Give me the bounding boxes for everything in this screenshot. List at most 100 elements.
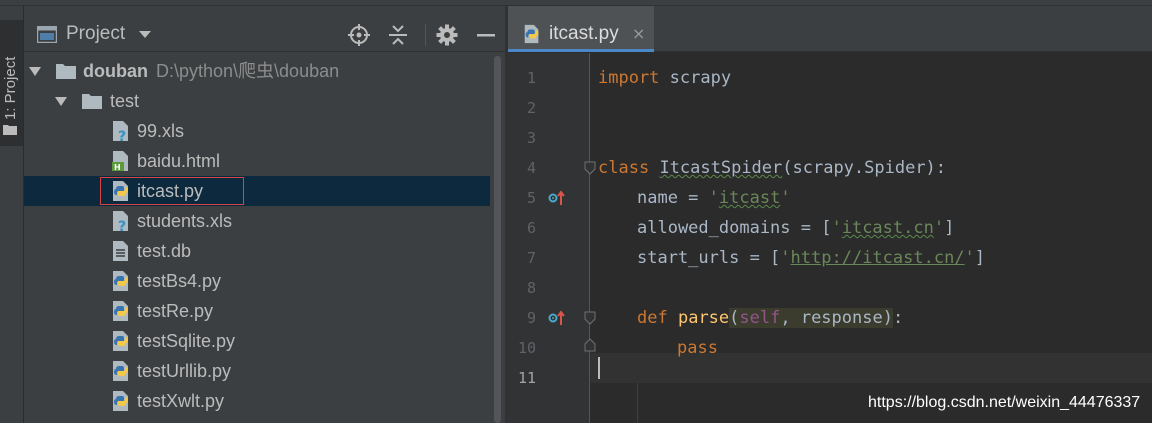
tree-item-testsqlite-py[interactable]: testSqlite.py: [24, 326, 490, 356]
line-number: 10: [517, 339, 536, 357]
close-icon[interactable]: ×: [632, 26, 645, 42]
project-panel-title[interactable]: Project: [66, 23, 125, 45]
tree-item-label: 99.xls: [137, 121, 185, 141]
line-number: 6: [526, 219, 536, 237]
svg-text:?: ?: [118, 219, 126, 232]
tree-item-99-xls[interactable]: ? 99.xls: [24, 116, 490, 146]
code-line-5: name = 'itcast': [637, 188, 791, 208]
keyword: import: [598, 68, 660, 88]
expand-arrow-icon[interactable]: [29, 67, 41, 76]
crosshair-icon[interactable]: [347, 23, 371, 47]
tree-item-testxwlt-py[interactable]: testXwlt.py: [24, 386, 490, 416]
line-number: 2: [526, 99, 536, 117]
tree-item-path: D:\python\爬虫\douban: [156, 61, 340, 81]
keyword: def: [637, 308, 668, 328]
editor-tab-bar: itcast.py ×: [508, 6, 1152, 52]
code-area[interactable]: import scrapy class ItcastSpider(scrapy.…: [590, 53, 1152, 423]
line-number: 7: [526, 249, 536, 267]
code-line-10: pass: [677, 333, 718, 363]
code-line-1: import scrapy: [598, 68, 732, 88]
tree-item-baidu-html[interactable]: H baidu.html: [24, 146, 490, 176]
expand-arrow-icon[interactable]: [55, 97, 67, 106]
keyword: pass: [677, 338, 718, 358]
code-editor: itcast.py × 1 2 3 4 5 6 7 8 9 10 11 impo…: [508, 6, 1152, 423]
line-number: 9: [526, 309, 536, 327]
tree-item-label: baidu.html: [137, 151, 221, 171]
svg-text:?: ?: [118, 129, 126, 142]
tool-window-stripe: 1: Project: [0, 6, 24, 423]
project-panel: Project douban D:\python\爬虫\douban test …: [24, 6, 505, 423]
line-number: 5: [526, 189, 536, 207]
line-number: 4: [526, 159, 536, 177]
python-file-icon: [113, 331, 128, 351]
tree-item-label: test: [110, 91, 140, 111]
python-file-icon: [113, 181, 128, 201]
folder-icon: [56, 64, 76, 79]
override-marker-icon[interactable]: [548, 190, 566, 206]
line-number: 1: [526, 69, 536, 87]
tree-item-label: testBs4.py: [137, 271, 222, 291]
tree-item-testurllib-py[interactable]: testUrllib.py: [24, 356, 490, 386]
watermark-text: https://blog.csdn.net/weixin_44476337: [868, 394, 1141, 411]
project-tree: douban D:\python\爬虫\douban test ? 99.xls …: [24, 53, 490, 423]
svg-text:H: H: [114, 163, 121, 172]
unknown-file-icon: ?: [113, 211, 128, 232]
python-file-icon: [113, 361, 128, 381]
line-number: 3: [526, 129, 536, 147]
tree-item-test-db[interactable]: test.db: [24, 236, 490, 266]
code-line-9: def parse(self, response):: [637, 308, 904, 328]
tree-item-label: test.db: [137, 241, 192, 261]
project-view-icon: [37, 26, 57, 43]
tree-item-testbs4-py[interactable]: testBs4.py: [24, 266, 490, 296]
tree-item-test[interactable]: test: [24, 86, 490, 116]
tab-itcast-py[interactable]: itcast.py ×: [508, 6, 654, 52]
function-name: parse: [677, 308, 730, 328]
folder-icon: [3, 125, 17, 135]
tree-item-label: itcast.py: [137, 181, 204, 201]
tree-item-douban[interactable]: douban D:\python\爬虫\douban: [24, 56, 490, 86]
tree-item-label: testXwlt.py: [137, 391, 225, 411]
python-file-icon: [524, 24, 539, 44]
python-file-icon: [113, 391, 128, 411]
tree-item-label: douban: [83, 61, 148, 81]
override-marker-icon[interactable]: [548, 310, 566, 326]
line-number: 8: [526, 279, 536, 297]
collapse-all-icon[interactable]: [386, 23, 410, 47]
gear-icon[interactable]: [435, 23, 459, 47]
tree-item-label: testRe.py: [137, 301, 214, 321]
caret-line-highlight: [590, 353, 1152, 383]
tree-item-students-xls[interactable]: ? students.xls: [24, 206, 490, 236]
scrollbar-thumb[interactable]: [494, 56, 501, 423]
class-name: ItcastSpider: [659, 158, 783, 178]
tree-item-itcast-py[interactable]: itcast.py: [24, 176, 490, 206]
folder-icon: [82, 94, 102, 109]
text-caret: [598, 357, 600, 379]
project-tool-window-label: 1: Project: [2, 56, 19, 120]
unknown-file-icon: ?: [113, 121, 128, 142]
code-line-4: class ItcastSpider(scrapy.Spider):: [598, 158, 947, 178]
code-line-7: start_urls = ['http://itcast.cn/']: [637, 248, 986, 268]
string-literal: itcast.cn: [841, 218, 934, 238]
tree-item-label: students.xls: [137, 211, 233, 231]
tree-item-label: testUrllib.py: [137, 361, 232, 381]
string-literal: itcast: [718, 188, 781, 208]
code-line-6: allowed_domains = ['itcast.cn']: [637, 218, 955, 238]
python-file-icon: [113, 301, 128, 321]
project-panel-scrollbar[interactable]: [490, 56, 505, 423]
project-tool-window-button[interactable]: 1: Project: [0, 20, 23, 146]
line-number-current: 11: [517, 369, 536, 387]
url-literal[interactable]: http://itcast.cn/: [791, 248, 965, 268]
line-number-gutter[interactable]: 1 2 3 4 5 6 7 8 9 10 11: [508, 53, 596, 423]
keyword: class: [598, 158, 650, 178]
tree-item-testre-py[interactable]: testRe.py: [24, 296, 490, 326]
text-file-icon: [113, 241, 128, 261]
header-separator: [425, 24, 426, 46]
python-file-icon: [113, 271, 128, 291]
tab-label: itcast.py: [549, 23, 619, 44]
minimize-icon[interactable]: [474, 23, 498, 47]
tree-item-label: testSqlite.py: [137, 331, 236, 351]
indent-guide: [637, 383, 638, 423]
project-panel-header: Project: [24, 6, 505, 52]
chevron-down-icon[interactable]: [139, 31, 151, 39]
html-file-icon: H: [112, 151, 128, 172]
